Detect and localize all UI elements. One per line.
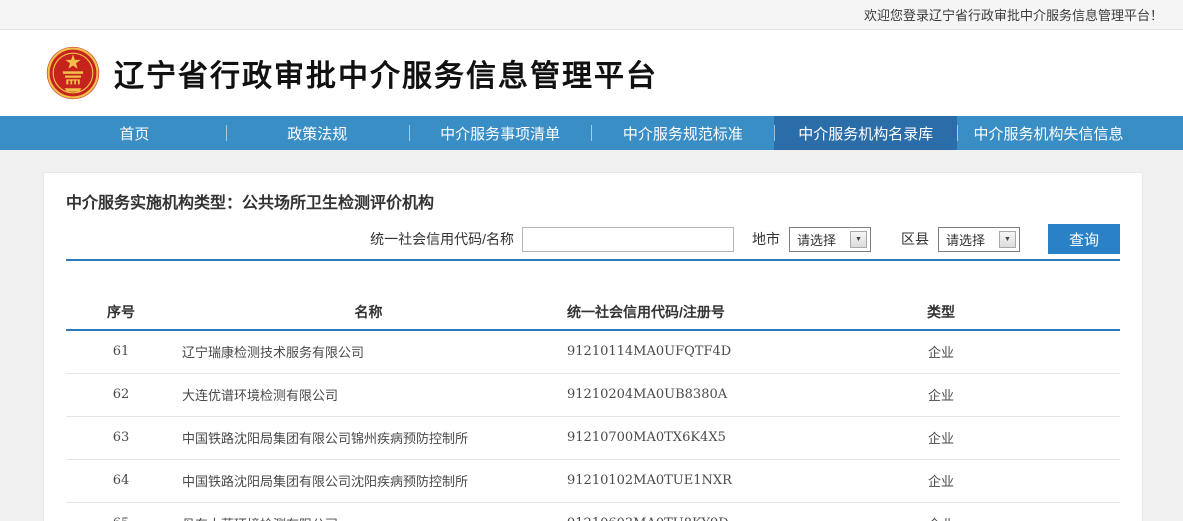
cell-code: 91210114MA0UFQTF4D	[561, 330, 851, 373]
cell-filler	[1031, 373, 1120, 416]
nav-item-1[interactable]: 首页	[43, 116, 226, 150]
table-row: 61辽宁瑞康检测技术服务有限公司91210114MA0UFQTF4D企业	[66, 330, 1120, 373]
cell-filler	[1031, 330, 1120, 373]
cell-name: 丹东大蓝环境检测有限公司	[176, 502, 561, 521]
cell-code: 91210204MA0UB8380A	[561, 373, 851, 416]
table-row: 65丹东大蓝环境检测有限公司91210603MA0TU8KY9D企业	[66, 502, 1120, 521]
table-header-1: 序号	[66, 295, 176, 330]
table-body: 61辽宁瑞康检测技术服务有限公司91210114MA0UFQTF4D企业62大连…	[66, 330, 1120, 521]
search-form: 统一社会信用代码/名称 地市 请选择 ▼ 区县 请选择 ▼ 查询	[66, 223, 1120, 255]
search-button[interactable]: 查询	[1048, 224, 1120, 254]
cell-type: 企业	[851, 416, 1031, 459]
code-input[interactable]	[522, 227, 734, 252]
page-body: 中介服务实施机构类型：公共场所卫生检测评价机构 统一社会信用代码/名称 地市 请…	[0, 150, 1183, 521]
page-title: 辽宁省行政审批中介服务信息管理平台	[114, 51, 658, 95]
section-title: 中介服务实施机构类型：公共场所卫生检测评价机构	[66, 193, 1120, 214]
content-card: 中介服务实施机构类型：公共场所卫生检测评价机构 统一社会信用代码/名称 地市 请…	[43, 172, 1143, 521]
cell-name: 辽宁瑞康检测技术服务有限公司	[176, 330, 561, 373]
nav-item-2[interactable]: 政策法规	[226, 116, 409, 150]
nav-item-4[interactable]: 中介服务规范标准	[591, 116, 774, 150]
cell-filler	[1031, 502, 1120, 521]
nav-item-5[interactable]: 中介服务机构名录库	[774, 116, 957, 150]
chevron-down-icon: ▼	[999, 231, 1016, 248]
chevron-down-icon: ▼	[850, 231, 867, 248]
cell-code: 91210102MA0TUE1NXR	[561, 459, 851, 502]
table-header-4: 类型	[851, 295, 1031, 330]
main-nav: 首页政策法规中介服务事项清单中介服务规范标准中介服务机构名录库中介服务机构失信信…	[0, 116, 1183, 150]
city-select[interactable]: 请选择 ▼	[789, 227, 871, 252]
cell-name: 大连优谱环境检测有限公司	[176, 373, 561, 416]
cell-type: 企业	[851, 502, 1031, 521]
cell-name: 中国铁路沈阳局集团有限公司锦州疾病预防控制所	[176, 416, 561, 459]
cell-no: 64	[66, 459, 176, 502]
district-select-value: 请选择	[946, 230, 985, 249]
cell-no: 65	[66, 502, 176, 521]
cell-no: 61	[66, 330, 176, 373]
cell-no: 63	[66, 416, 176, 459]
cell-name: 中国铁路沈阳局集团有限公司沈阳疾病预防控制所	[176, 459, 561, 502]
district-select[interactable]: 请选择 ▼	[938, 227, 1020, 252]
welcome-text: 欢迎您登录辽宁省行政审批中介服务信息管理平台！	[864, 5, 1163, 24]
table-header-filler	[1031, 295, 1120, 330]
cell-no: 62	[66, 373, 176, 416]
table-header-row: 序号名称统一社会信用代码/注册号类型	[66, 295, 1120, 330]
cell-filler	[1031, 459, 1120, 502]
agency-table: 序号名称统一社会信用代码/注册号类型 61辽宁瑞康检测技术服务有限公司91210…	[66, 295, 1120, 521]
table-row: 63中国铁路沈阳局集团有限公司锦州疾病预防控制所91210700MA0TX6K4…	[66, 416, 1120, 459]
topbar: 欢迎您登录辽宁省行政审批中介服务信息管理平台！	[0, 0, 1183, 30]
cell-filler	[1031, 416, 1120, 459]
table-row: 62大连优谱环境检测有限公司91210204MA0UB8380A企业	[66, 373, 1120, 416]
table-header-2: 名称	[176, 295, 561, 330]
cell-type: 企业	[851, 459, 1031, 502]
city-select-value: 请选择	[797, 230, 836, 249]
cell-type: 企业	[851, 330, 1031, 373]
cell-type: 企业	[851, 373, 1031, 416]
nav-item-6[interactable]: 中介服务机构失信信息	[957, 116, 1140, 150]
cell-code: 91210700MA0TX6K4X5	[561, 416, 851, 459]
national-emblem-icon	[46, 46, 100, 100]
site-header: 辽宁省行政审批中介服务信息管理平台	[0, 30, 1183, 116]
table-row: 64中国铁路沈阳局集团有限公司沈阳疾病预防控制所91210102MA0TUE1N…	[66, 459, 1120, 502]
nav-item-3[interactable]: 中介服务事项清单	[409, 116, 592, 150]
code-label: 统一社会信用代码/名称	[370, 229, 514, 249]
cell-code: 91210603MA0TU8KY9D	[561, 502, 851, 521]
divider	[66, 259, 1120, 261]
table-header-3: 统一社会信用代码/注册号	[561, 295, 851, 330]
navbar-items: 首页政策法规中介服务事项清单中介服务规范标准中介服务机构名录库中介服务机构失信信…	[43, 116, 1140, 150]
district-label: 区县	[901, 229, 929, 249]
city-label: 地市	[752, 229, 780, 249]
